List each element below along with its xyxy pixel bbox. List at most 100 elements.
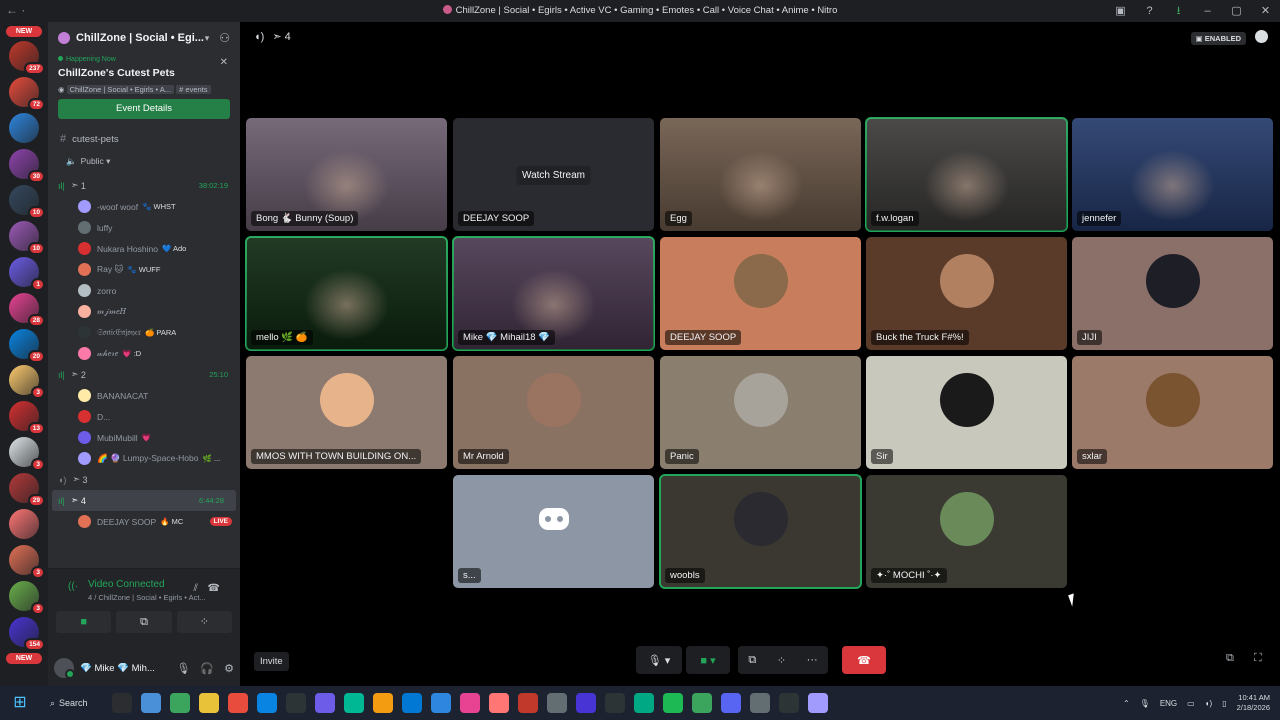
participant-tile[interactable]: Watch Stream DEEJAY SOOP [453, 118, 654, 231]
taskbar-app-icon[interactable] [808, 693, 828, 713]
voice-member[interactable]: zorro [48, 280, 240, 301]
server-icon[interactable]: 72 [9, 77, 45, 111]
taskbar-app-icon[interactable] [692, 693, 712, 713]
voice-channel-4[interactable]: ıl| ➣ 4 6:44:28 [52, 490, 236, 511]
participant-tile[interactable]: f.w.logan [865, 117, 1068, 232]
taskbar-app-icon[interactable] [547, 693, 567, 713]
close-icon[interactable]: ✕ [220, 57, 228, 68]
taskbar-app-icon[interactable] [605, 693, 625, 713]
taskbar-app-icon[interactable] [257, 693, 277, 713]
enabled-badge[interactable]: ▣ ENABLED [1190, 32, 1246, 45]
username[interactable]: 💎 Mike 💎 Mih... [80, 663, 166, 674]
noise-suppression-icon[interactable]: ⫽ [194, 583, 198, 594]
voice-member[interactable]: DEEJAY SOOP 🔥 MC LIVE [48, 511, 240, 532]
participant-tile[interactable]: sxlar [1072, 356, 1273, 469]
channel-cutest-pets[interactable]: # cutest-pets [48, 131, 240, 147]
close-button[interactable]: ✕ [1251, 0, 1280, 22]
voice-member[interactable]: -woof woof 🐾 WHST [48, 196, 240, 217]
microphone-tray-icon[interactable]: 🎙 [1140, 699, 1150, 708]
network-icon[interactable]: ▭ [1187, 699, 1195, 708]
server-icon[interactable] [9, 113, 39, 143]
taskbar-app-icon[interactable] [228, 693, 248, 713]
participant-tile[interactable]: mello 🌿 🍊 [245, 236, 448, 351]
participant-tile[interactable]: Mike 💎 Mihail18 💎 [452, 236, 655, 351]
server-icon[interactable]: 3 [9, 365, 45, 399]
voice-channel-3[interactable]: ◖) ➣ 3 [48, 469, 240, 490]
taskbar-app-icon[interactable] [489, 693, 509, 713]
server-icon[interactable]: 3 [9, 545, 45, 579]
server-icon[interactable]: 13 [9, 401, 45, 435]
chevron-up-icon[interactable]: ⌃ [1123, 699, 1130, 708]
voice-member[interactable]: 🌈 🔮 Lumpy-Space-Hobo 🌿 ... [48, 448, 240, 469]
volume-icon[interactable]: ◖) [1205, 699, 1213, 708]
taskbar-app-icon[interactable] [286, 693, 306, 713]
taskbar-app-icon[interactable] [576, 693, 596, 713]
help-icon[interactable]: ? [1135, 0, 1164, 22]
battery-icon[interactable]: ▯ [1222, 699, 1226, 708]
taskbar-app-icon[interactable] [779, 693, 799, 713]
more-icon[interactable]: ··· [807, 654, 818, 666]
voice-member[interactable]: 𝓌𝒽𝑒𝓇𝑒 💗 :D [48, 343, 240, 364]
taskbar-app-icon[interactable] [634, 693, 654, 713]
inbox-icon[interactable]: ▣ [1106, 0, 1135, 22]
voice-member[interactable]: Ray 🐱 🐾 WUFF [48, 259, 240, 280]
headphones-icon[interactable]: 🎧 [200, 662, 214, 675]
taskbar-app-icon[interactable] [431, 693, 451, 713]
windows-start-icon[interactable]: ⊞ [8, 691, 32, 715]
settings-gear-icon[interactable]: ⚙ [224, 662, 234, 675]
server-icon[interactable]: 1 [9, 257, 45, 291]
watch-stream-button[interactable]: Watch Stream [516, 166, 591, 185]
avatar[interactable] [54, 658, 75, 679]
server-icon[interactable]: 20 [9, 329, 45, 363]
taskbar-app-icon[interactable] [112, 693, 132, 713]
taskbar-app-icon[interactable] [199, 693, 219, 713]
server-icon[interactable]: 3 [9, 581, 45, 615]
voice-member[interactable]: BANANACAT [48, 385, 240, 406]
server-icon[interactable]: 3 [9, 437, 45, 471]
camera-toggle-button[interactable]: ■ ▾ [686, 646, 730, 674]
microphone-button[interactable]: 🎙 ▾ [636, 646, 682, 674]
disconnect-icon[interactable]: ☎ [208, 583, 220, 594]
taskbar-app-icon[interactable] [402, 693, 422, 713]
chat-icon[interactable] [1255, 30, 1268, 43]
clock[interactable]: 10:41 AM 2/18/2026 [1237, 693, 1270, 713]
guild-header[interactable]: ChillZone | Social • Egi... ▾ ⚇ [48, 22, 240, 54]
server-icon[interactable]: 10 [9, 221, 45, 255]
voice-status-title[interactable]: Video Connected [88, 579, 165, 590]
taskbar-search[interactable]: ⌕ Search [50, 698, 102, 709]
voice-member[interactable]: 𝔖𝔬𝔫𝔦𝔠𝔈𝔫𝔧𝔬𝔶𝔢𝔯 🍊 PARA [48, 322, 240, 343]
camera-button[interactable]: ■ [56, 611, 112, 633]
screen-share-button[interactable]: ⧉ [116, 611, 172, 633]
participant-tile[interactable]: Panic [660, 356, 861, 469]
invite-button[interactable]: Invite [254, 652, 289, 671]
participant-tile[interactable]: Buck the Truck F#%! [866, 237, 1067, 350]
participant-tile[interactable]: Bong 🐇 Bunny (Soup) [246, 118, 447, 231]
voice-member[interactable]: luffy [48, 217, 240, 238]
taskbar-app-icon[interactable] [170, 693, 190, 713]
voice-member[interactable]: 𝓂𝒿𝓂𝑒𝐻 [48, 301, 240, 322]
event-details-button[interactable]: Event Details [58, 99, 230, 119]
taskbar-app-icon[interactable] [344, 693, 364, 713]
participant-tile[interactable]: ✦·˚ MOCHI ˚·✦ [866, 475, 1067, 588]
taskbar-app-icon[interactable] [373, 693, 393, 713]
activities-button[interactable]: ⁘ [176, 611, 232, 633]
minimize-button[interactable]: – [1193, 0, 1222, 22]
participant-tile[interactable]: woobls [659, 474, 862, 589]
taskbar-app-icon[interactable] [141, 693, 161, 713]
download-icon[interactable]: ⭳ [1164, 0, 1193, 22]
participant-tile[interactable]: Mr Arnold [453, 356, 654, 469]
server-icon[interactable]: 29 [9, 473, 45, 507]
participant-tile[interactable]: DEEJAY SOOP [660, 237, 861, 350]
server-icon[interactable]: 237 [9, 41, 45, 75]
activities-icon[interactable]: ⁘ [777, 654, 786, 667]
voice-status-subtitle[interactable]: 4 / ChillZone | Social • Egirls • Act... [88, 593, 206, 602]
maximize-button[interactable]: ▢ [1222, 0, 1251, 22]
server-icon[interactable]: 10 [9, 185, 45, 219]
add-member-icon[interactable]: ⚇ [219, 31, 230, 45]
voice-member[interactable]: MubiMubill 💗 [48, 427, 240, 448]
participant-tile[interactable]: MMOS WITH TOWN BUILDING ON... [246, 356, 447, 469]
fullscreen-icon[interactable]: ⛶ [1254, 652, 1262, 665]
server-icon[interactable] [9, 509, 39, 539]
microphone-icon[interactable]: 🎙 [176, 662, 190, 675]
participant-tile[interactable]: jennefer [1072, 118, 1273, 231]
